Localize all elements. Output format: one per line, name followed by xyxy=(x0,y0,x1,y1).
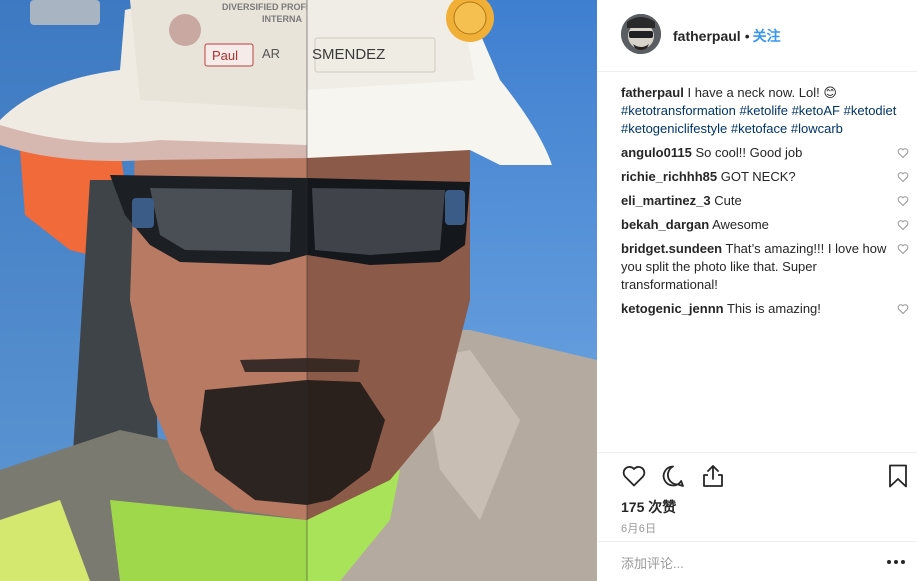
hashtag-link[interactable]: #lowcarb xyxy=(791,121,843,136)
separator-dot: • xyxy=(744,28,750,44)
comment-input[interactable] xyxy=(621,554,861,572)
helmet-company-text-2: INTERNA xyxy=(262,14,302,24)
author-username[interactable]: fatherpaul xyxy=(673,28,741,44)
comment-item: ketogenic_jennn This is amazing! xyxy=(621,300,911,318)
caption-body: I have a neck now. Lol! 😊 xyxy=(687,85,837,100)
post-photo[interactable]: Paul DIVERSIFIED PROFESSIONAL SERVICES I… xyxy=(0,0,597,581)
caption-author[interactable]: fatherpaul xyxy=(621,85,684,100)
post-header: fatherpaul • 关注 xyxy=(597,0,917,72)
comment-item: bridget.sundeen That’s amazing!!! I love… xyxy=(621,240,911,294)
comment-text: GOT NECK? xyxy=(720,169,796,184)
comment-text: Awesome xyxy=(712,217,769,232)
heart-outline-icon[interactable] xyxy=(897,243,909,255)
comment-text: So cool!! Good job xyxy=(695,145,803,160)
hashtag-link[interactable]: #ketotransformation xyxy=(621,103,736,118)
comments-list: fatherpaul I have a neck now. Lol! 😊 #ke… xyxy=(621,84,911,324)
hashtag-link[interactable]: #ketoAF xyxy=(792,103,840,118)
like-count[interactable]: 175 次赞 xyxy=(621,497,676,517)
post-caption: fatherpaul I have a neck now. Lol! 😊 #ke… xyxy=(621,84,911,138)
comment-item: richie_richhh85 GOT NECK? xyxy=(621,168,911,186)
add-comment-bar xyxy=(597,541,917,581)
heart-icon[interactable] xyxy=(621,463,647,489)
hashtag-link[interactable]: #ketogeniclifestyle xyxy=(621,121,727,136)
heart-outline-icon[interactable] xyxy=(897,147,909,159)
comment-author[interactable]: richie_richhh85 xyxy=(621,169,717,184)
helmet-name-left: Paul xyxy=(212,48,238,63)
dot-3 xyxy=(901,560,905,564)
caption-text: fatherpaul I have a neck now. Lol! 😊 xyxy=(621,84,911,102)
comment-text: This is amazing! xyxy=(726,301,821,316)
heart-outline-icon[interactable] xyxy=(897,171,909,183)
hashtag-link[interactable]: #ketodiet xyxy=(844,103,897,118)
heart-outline-icon[interactable] xyxy=(897,195,909,207)
comment-author[interactable]: bekah_dargan xyxy=(621,217,709,232)
follow-button[interactable]: 关注 xyxy=(753,28,781,44)
avatar-image xyxy=(621,14,661,54)
selfie-split-image: Paul DIVERSIFIED PROFESSIONAL SERVICES I… xyxy=(0,0,597,581)
comment-author[interactable]: eli_martinez_3 xyxy=(621,193,711,208)
post-side-panel: fatherpaul • 关注 fatherpaul I have a neck n… xyxy=(597,0,917,581)
post-actions: 175 次赞 6月6日 xyxy=(597,452,917,581)
helmet-label-fragment: AR xyxy=(262,46,280,61)
helmet-name-right: SMENDEZ xyxy=(312,46,385,63)
hashtag-link[interactable]: #ketoface xyxy=(731,121,787,136)
heart-outline-icon[interactable] xyxy=(897,303,909,315)
heart-outline-icon[interactable] xyxy=(897,219,909,231)
bookmark-icon[interactable] xyxy=(885,463,911,489)
share-icon[interactable] xyxy=(700,463,726,489)
comment-author[interactable]: bridget.sundeen xyxy=(621,241,722,256)
post-date: 6月6日 xyxy=(621,523,657,535)
hashtag-link[interactable]: #ketolife xyxy=(740,103,788,118)
header-line: fatherpaul • 关注 xyxy=(673,26,781,46)
dot-1 xyxy=(887,560,891,564)
comment-text: Cute xyxy=(714,193,742,208)
comment-item: eli_martinez_3 Cute xyxy=(621,192,911,210)
comment-bubble-icon[interactable] xyxy=(660,463,686,489)
comment-item: bekah_dargan Awesome xyxy=(621,216,911,234)
hashtag-list: #ketotransformation #ketolife #ketoAF #k… xyxy=(621,102,911,138)
comment-item: angulo0115 So cool!! Good job xyxy=(621,144,911,162)
comment-author[interactable]: ketogenic_jennn xyxy=(621,301,724,316)
avatar[interactable] xyxy=(621,14,661,54)
more-dots-icon[interactable] xyxy=(887,560,907,566)
comment-author[interactable]: angulo0115 xyxy=(621,145,692,160)
dot-2 xyxy=(894,560,898,564)
